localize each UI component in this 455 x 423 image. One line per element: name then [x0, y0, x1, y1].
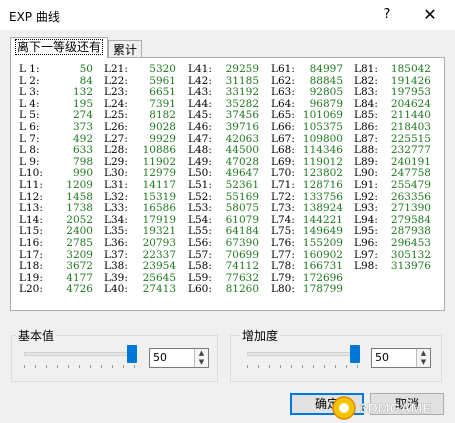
watermark-logo: 3DMGAME: [332, 396, 432, 420]
title-bar: EXP 曲线 ? ✕: [0, 0, 455, 30]
slider-tick: [291, 365, 292, 368]
slider-tick: [79, 365, 80, 368]
help-button[interactable]: ?: [378, 6, 396, 24]
slider-tick: [313, 365, 314, 368]
increment-spin-down-icon[interactable]: ▼: [417, 358, 430, 367]
slider-tick: [90, 365, 91, 368]
base-value-title: 基本值: [16, 327, 57, 344]
slider-tick: [57, 365, 58, 368]
level-exp-value: 313976: [390, 260, 431, 273]
increment-slider-track[interactable]: [247, 352, 359, 356]
window-title: EXP 曲线: [9, 10, 60, 24]
increment-spinbox[interactable]: 50 ▲ ▼: [371, 348, 431, 368]
slider-tick: [247, 365, 248, 368]
base-spin-up-icon[interactable]: ▲: [195, 349, 208, 358]
slider-tick: [134, 365, 135, 368]
base-slider-track[interactable]: [24, 352, 136, 356]
slider-tick: [24, 365, 25, 368]
slider-tick: [68, 365, 69, 368]
slider-tick: [335, 365, 336, 368]
slider-tick: [112, 365, 113, 368]
slider-tick: [280, 365, 281, 368]
slider-tick: [346, 365, 347, 368]
tab-next-level[interactable]: 离下一等级还有: [10, 37, 109, 58]
increment-spinbox-value[interactable]: 50: [375, 351, 389, 364]
increment-spin-buttons: ▲ ▼: [416, 349, 430, 367]
slider-tick: [46, 365, 47, 368]
base-slider-thumb[interactable]: [127, 345, 137, 363]
slider-tick: [324, 365, 325, 368]
base-spin-down-icon[interactable]: ▼: [195, 358, 208, 367]
level-exp-value: 27413: [142, 283, 176, 296]
slider-tick: [123, 365, 124, 368]
increment-spin-up-icon[interactable]: ▲: [417, 349, 430, 358]
slider-tick: [302, 365, 303, 368]
exp-table-panel: L 1: 50 L 2: 84 L 3: 132 L 4: 195 L 5: 274 L 6: 373…: [10, 57, 445, 311]
base-spinbox[interactable]: 50 ▲ ▼: [149, 348, 209, 368]
slider-tick: [35, 365, 36, 368]
slider-tick: [269, 365, 270, 368]
slider-tick: [258, 365, 259, 368]
slider-tick: [101, 365, 102, 368]
base-spin-buttons: ▲ ▼: [194, 349, 208, 367]
level-exp-value: 4726: [66, 283, 93, 296]
base-slider-ticks: [24, 365, 136, 369]
close-button[interactable]: ✕: [416, 4, 444, 26]
tab-next-level-label: 离下一等级还有: [15, 39, 104, 55]
increment-slider-thumb[interactable]: [350, 345, 360, 363]
increment-title: 增加度: [240, 327, 281, 344]
base-spinbox-value[interactable]: 50: [153, 351, 167, 364]
tab-cumulative-label: 累计: [113, 43, 138, 57]
slider-tick: [357, 365, 358, 368]
level-exp-value: 81260: [225, 283, 259, 296]
level-exp-value: 178799: [302, 283, 343, 296]
watermark-text: 3DMGAME: [360, 400, 432, 416]
increment-slider-ticks: [247, 365, 359, 369]
